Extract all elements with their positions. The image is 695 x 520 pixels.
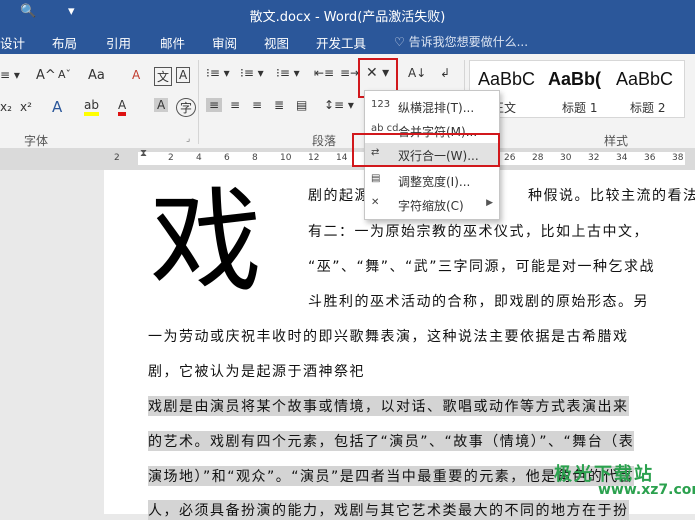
shrink-font-button[interactable]: Aˇ	[58, 68, 71, 81]
superscript-button[interactable]: x²	[20, 100, 32, 114]
ruler-label: 34	[616, 153, 628, 163]
style-sample: AaBbC	[616, 69, 674, 89]
paragraph-line: 种假说。比较主流的看法	[528, 188, 695, 204]
ruler-label: 28	[532, 153, 544, 163]
ruler-label: 6	[224, 153, 230, 163]
align-right-button[interactable]: ≡	[252, 98, 262, 112]
fit-text-icon: ▤	[371, 173, 381, 184]
bullets-button[interactable]: ⁝≡ ▾	[206, 66, 230, 80]
align-left-button[interactable]: ≡	[206, 98, 223, 112]
change-case-button[interactable]: Aa	[88, 68, 105, 83]
paragraph-group-label: 段落	[312, 134, 337, 148]
paragraph-line: 剧的起源	[308, 188, 370, 204]
ruler-label: 4	[196, 153, 202, 163]
ruler-label: 2	[168, 153, 174, 163]
ribbon-home: ≡ ▾ A^ Aˇ Aa A 文 A x₂ x² A ab A A 字 字体 ⌟…	[0, 54, 695, 149]
sort-button[interactable]: A↓	[408, 66, 426, 80]
justify-button[interactable]: ≣	[274, 98, 284, 112]
ruler-label: 2	[114, 153, 120, 163]
submenu-arrow-icon: ▶	[486, 198, 493, 208]
character-shading-button[interactable]: A	[154, 98, 169, 112]
enclose-characters-button[interactable]: 字	[176, 98, 197, 117]
grow-font-button[interactable]: A^	[36, 68, 56, 83]
group-divider	[198, 60, 199, 144]
lightbulb-icon: ♡	[394, 35, 409, 49]
ruler-label: 26	[504, 153, 516, 163]
indent-marker-icon[interactable]: ⧗	[140, 148, 147, 159]
style-name: 标题 1	[562, 101, 598, 115]
menu-item[interactable]: ▤ 调整宽度(I)...	[365, 166, 499, 191]
menu-item[interactable]: ✕ 字符缩放(C) ▶	[365, 193, 499, 215]
style-sample: AaBb(	[548, 69, 601, 89]
ruler-label: 36	[644, 153, 656, 163]
paragraph-line: 的艺术。戏剧有四个元素，包括了“演员”、“故事（情境）”、“舞台（表	[148, 431, 635, 451]
paragraph-line: 戏剧是由演员将某个故事或情境，以对话、歌唱或动作等方式表演出来	[148, 396, 629, 416]
watermark-line2: www.xz7.com	[598, 482, 695, 498]
ruler-label: 8	[252, 153, 258, 163]
highlight-color-button[interactable]: ab	[84, 98, 99, 116]
ribbon-tabs: ♡ 告诉我您想要做什么... 设计 布局 引用 邮件 审阅 视图 开发工具	[0, 28, 695, 54]
paragraph-line: 一为劳动或庆祝丰收时的即兴歌舞表演，这种说法主要依据是古希腊戏	[148, 329, 629, 345]
title-bar: 🔍 ▾ 散文.docx - Word(产品激活失败)	[0, 0, 695, 28]
tab-3[interactable]: 邮件	[160, 33, 185, 52]
highlight-two-lines-in-one	[352, 133, 500, 167]
font-color-button[interactable]: A	[118, 98, 127, 116]
ruler-label: 12	[308, 153, 320, 163]
menu-item-label: 调整宽度(I)...	[398, 175, 471, 189]
ruler-label: 32	[588, 153, 600, 163]
paragraph-line: 有二：一为原始宗教的巫术仪式，比如上古中文，	[308, 224, 649, 240]
paragraph-line: 人，必须具备扮演的能力，戏剧与其它艺术类最大的不同的地方在于扮	[148, 500, 629, 520]
drop-cap: 戏	[150, 177, 262, 307]
ruler-label: 10	[280, 153, 292, 163]
ruler-label: 38	[672, 153, 684, 163]
subscript-button[interactable]: x₂	[0, 100, 12, 114]
character-border-button[interactable]: A	[176, 67, 191, 83]
tab-2[interactable]: 引用	[106, 33, 131, 52]
left-gutter	[0, 170, 104, 514]
tab-4[interactable]: 审阅	[212, 33, 237, 52]
tab-5[interactable]: 视图	[264, 33, 289, 52]
menu-item-label: 字符缩放(C)	[398, 199, 464, 213]
center-button[interactable]: ≡	[230, 98, 240, 112]
character-scale-icon: ✕	[371, 197, 380, 208]
watermark: 极光下载站 www.xz7.com	[554, 460, 695, 498]
line-spacing-button[interactable]: ↕≡ ▾	[324, 98, 354, 112]
horizontal-ruler: ⧗ 22468101214161820222426283032343638	[0, 148, 695, 170]
numbering-button[interactable]: ⁝≡ ▾	[240, 66, 264, 80]
styles-group-label: 样式	[604, 134, 629, 148]
tab-0[interactable]: 设计	[0, 33, 25, 52]
style-name: 标题 2	[630, 101, 666, 115]
style-sample: AaBbC	[478, 69, 536, 89]
menu-item-label: 纵横混排(T)...	[398, 101, 475, 115]
show-marks-button[interactable]: ↲	[440, 66, 450, 80]
ruler-label: 14	[336, 153, 348, 163]
multilevel-list-button[interactable]: ⁝≡ ▾	[276, 66, 300, 80]
menu-item[interactable]: 123 纵横混排(T)...	[365, 95, 499, 117]
decrease-indent-button[interactable]: ⇤≡	[314, 66, 334, 80]
paragraph-line: 斗胜利的巫术活动的合称，即戏剧的原始形态。另	[308, 294, 649, 310]
styles-gallery: AaBbC 正文 AaBb(标题 1 AaBbC 标题 2	[469, 60, 685, 118]
clear-formatting-button[interactable]: A	[132, 68, 140, 82]
text-effects-button[interactable]: A	[52, 98, 62, 116]
tell-me-search[interactable]: ♡ 告诉我您想要做什么...	[394, 33, 528, 50]
font-size-dropdown[interactable]: ≡ ▾	[0, 68, 20, 82]
vertical-in-horizontal-icon: 123	[371, 99, 391, 110]
tab-6[interactable]: 开发工具	[316, 33, 366, 52]
phonetic-guide-button[interactable]: 文	[154, 67, 173, 86]
window-title: 散文.docx - Word(产品激活失败)	[249, 10, 446, 25]
tab-1[interactable]: 布局	[52, 33, 77, 52]
font-dialog-launcher-icon[interactable]: ⌟	[186, 134, 190, 144]
font-group-label: 字体	[24, 134, 49, 148]
distributed-button[interactable]: ▤	[296, 98, 307, 112]
ruler-label: 30	[560, 153, 572, 163]
paragraph-line: 剧，它被认为是起源于酒神祭祀	[148, 364, 365, 380]
paragraph-line: “巫”、“舞”、“武”三字同源，可能是对一种乞求战	[308, 259, 656, 275]
